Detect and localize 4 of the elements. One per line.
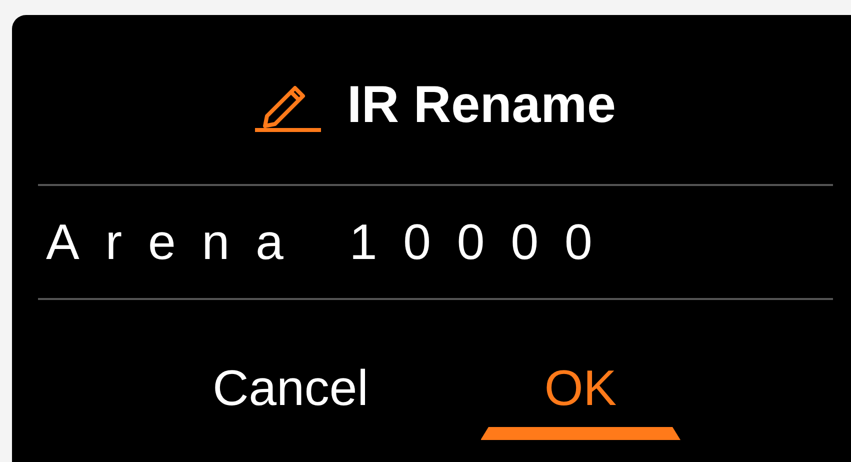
name-input-field[interactable]: Arena 10000 — [38, 186, 833, 298]
cancel-button[interactable]: Cancel — [190, 350, 390, 440]
ok-button[interactable]: OK — [480, 350, 680, 440]
dialog-title: IR Rename — [347, 74, 616, 134]
